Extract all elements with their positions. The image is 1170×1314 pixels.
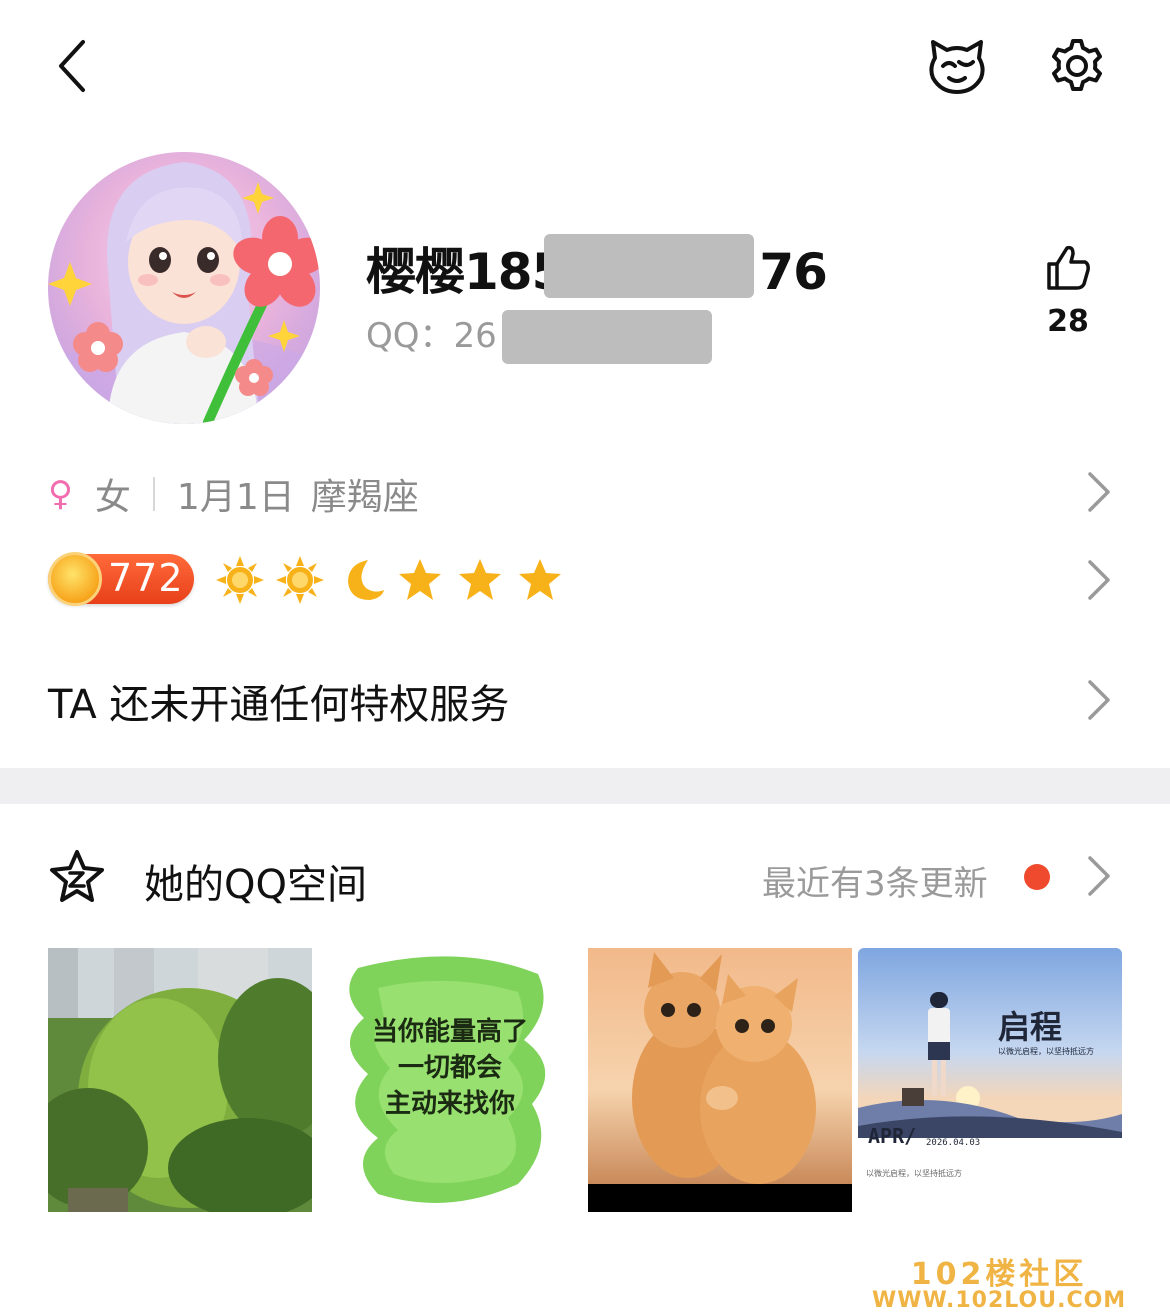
settings-button[interactable]	[1046, 36, 1108, 96]
sun-icon	[276, 556, 324, 604]
basic-info-row[interactable]: ♀ 女 1月1日 摩羯座	[48, 468, 419, 520]
divider	[152, 477, 155, 511]
privilege-text[interactable]: TA 还未开通任何特权服务	[48, 672, 509, 730]
avatar[interactable]	[48, 152, 320, 424]
qq-label: QQ：	[366, 316, 454, 356]
chevron-left-icon	[59, 40, 85, 92]
chevron-right-icon[interactable]	[1084, 558, 1114, 602]
moon-icon	[348, 560, 384, 600]
poster-month: APR/	[868, 1124, 917, 1148]
motivational-quote-image[interactable]: 当你能量高了 一切都会 主动来找你	[318, 948, 582, 1212]
level-value: 772	[108, 556, 184, 600]
qzone-star-icon	[50, 850, 104, 902]
female-icon: ♀	[48, 474, 73, 514]
journey-poster-image[interactable]: 启程 以微光启程，以坚持抵远方 APR/ 2026.04.03 以微光启程，以坚…	[858, 948, 1122, 1212]
poster-date: 2026.04.03	[926, 1138, 981, 1148]
level-badge[interactable]: 772	[48, 552, 194, 606]
poster-caption: 以微光启程，以坚持抵远方	[866, 1169, 962, 1178]
quote-line-3: 主动来找你	[384, 1089, 515, 1119]
star-icon	[519, 559, 561, 600]
new-update-dot	[1024, 864, 1050, 890]
qzone-title[interactable]: 她的QQ空间	[144, 852, 367, 910]
star-icon	[399, 559, 441, 600]
watermark-line-1: 102楼社区	[910, 1257, 1088, 1292]
redacted-qq	[502, 310, 712, 364]
level-icons	[216, 556, 566, 604]
chevron-right-icon[interactable]	[1084, 470, 1114, 514]
quote-line-1: 当你能量高了	[371, 1017, 528, 1047]
cat-face-icon	[929, 40, 985, 94]
nickname-prefix: 樱樱185	[366, 243, 566, 301]
nickname-suffix: 76	[759, 243, 828, 301]
star-icon	[459, 559, 501, 600]
willow-tree-image	[48, 948, 312, 1212]
pet-button[interactable]	[924, 36, 990, 96]
kittens-photo[interactable]	[588, 948, 852, 1212]
like-button[interactable]	[1040, 238, 1096, 298]
sun-icon	[216, 556, 264, 604]
quote-line-2: 一切都会	[397, 1053, 502, 1083]
redacted-name	[544, 234, 754, 298]
level-coin-icon	[48, 552, 102, 606]
qq-number: QQ：26	[366, 308, 497, 357]
poster-title: 启程	[998, 1008, 1063, 1046]
like-count: 28	[1047, 304, 1089, 339]
gender-text: 女	[94, 477, 131, 518]
chevron-right-icon[interactable]	[1084, 678, 1114, 722]
site-watermark: 102楼社区 WWW.102LOU.COM	[872, 1260, 1126, 1312]
chevron-right-icon[interactable]	[1084, 854, 1114, 898]
quote-text: 当你能量高了 一切都会 主动来找你	[318, 1014, 582, 1122]
zodiac-text: 摩羯座	[310, 477, 419, 518]
kittens-image	[588, 948, 852, 1212]
watermark-line-2: WWW.102LOU.COM	[872, 1288, 1127, 1313]
avatar-illustration	[48, 162, 320, 424]
back-button[interactable]	[44, 36, 100, 96]
thumbs-up-icon	[1047, 245, 1090, 290]
poster-subtitle: 以微光启程，以坚持抵远方	[998, 1047, 1094, 1056]
willow-tree-photo[interactable]	[48, 948, 312, 1212]
qq-prefix: 26	[453, 316, 497, 356]
section-divider	[0, 768, 1170, 804]
gear-icon	[1052, 39, 1102, 91]
birthday-text: 1月1日	[176, 477, 295, 518]
qzone-update-text[interactable]: 最近有3条更新	[762, 856, 988, 905]
